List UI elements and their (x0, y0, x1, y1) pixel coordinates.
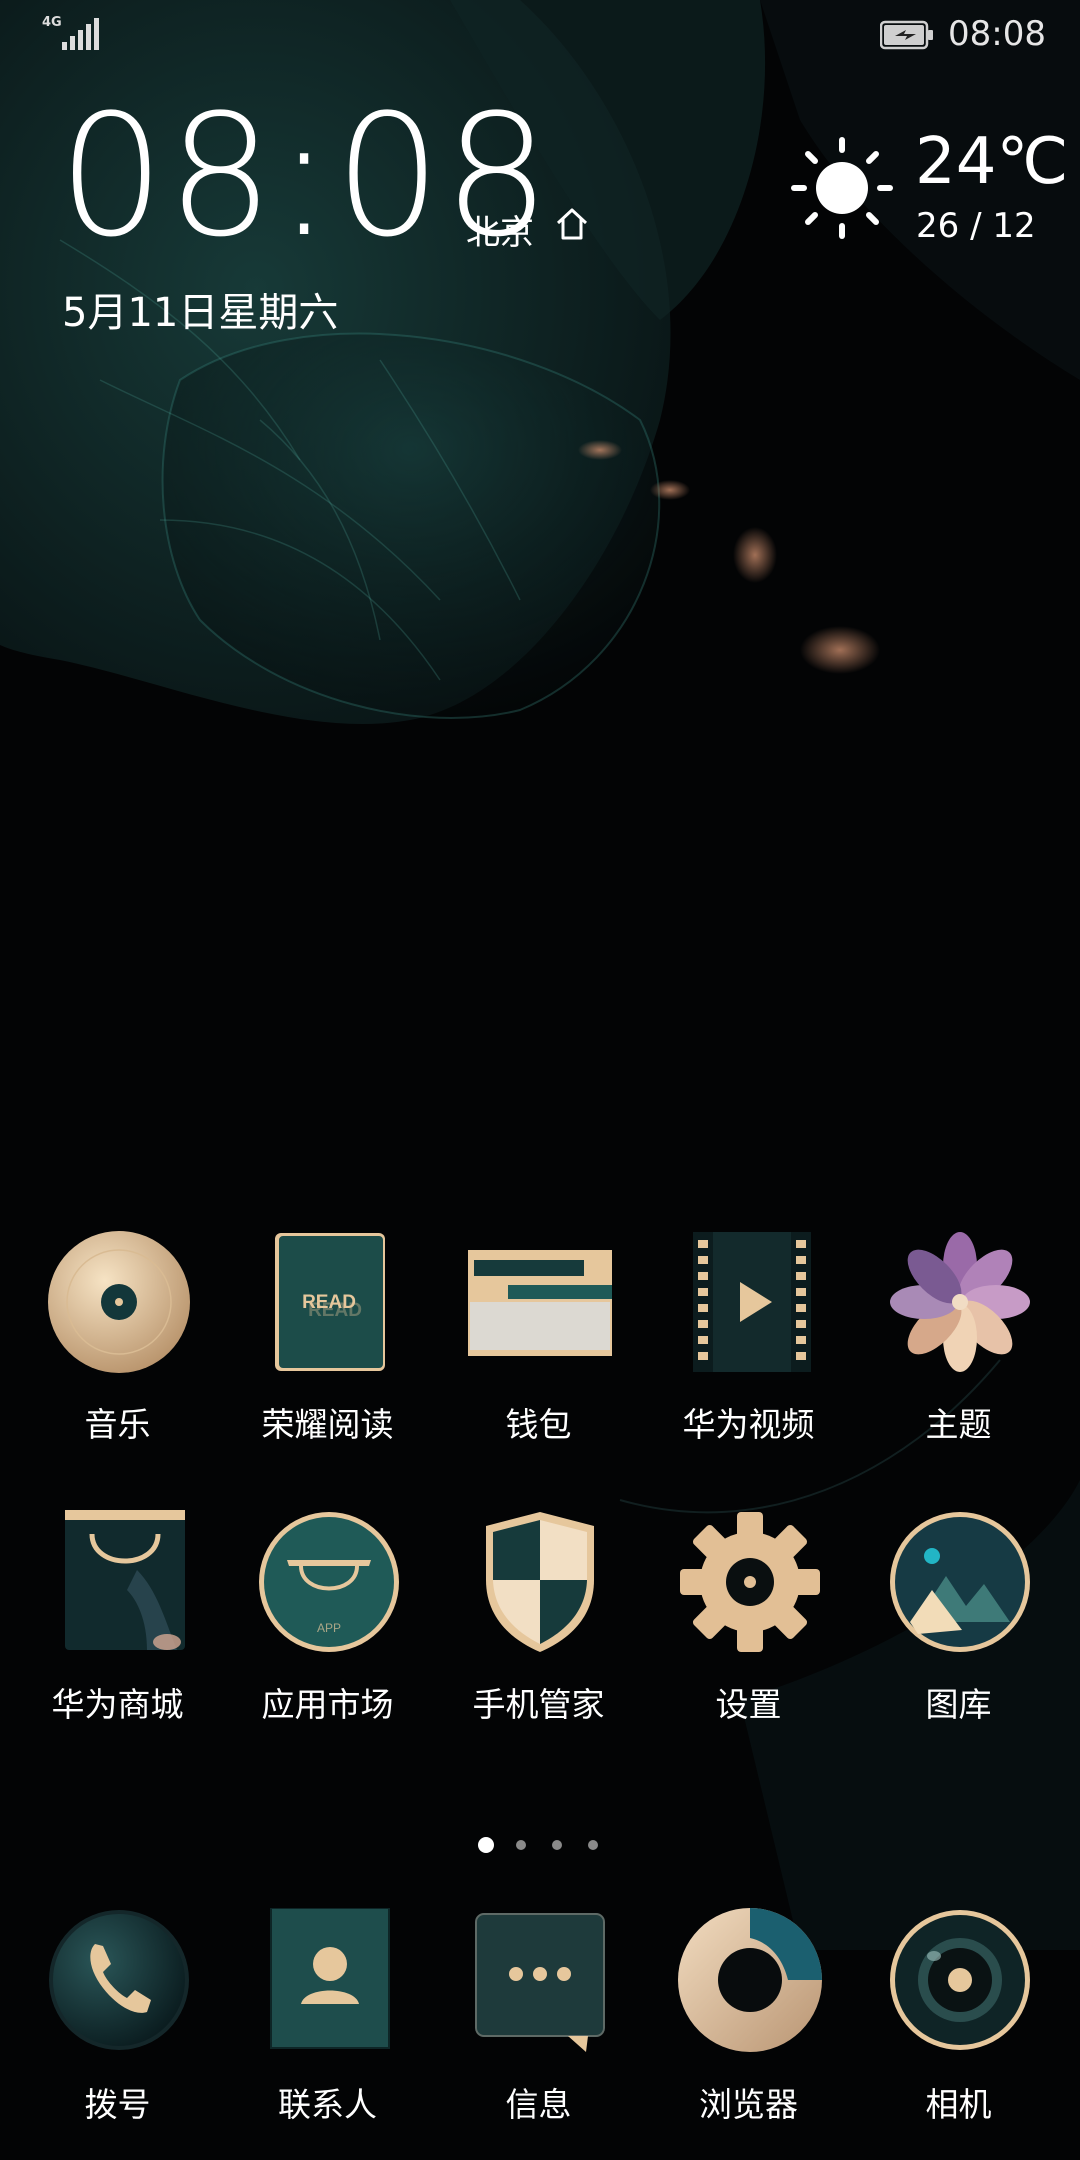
read-text-shadow: READ (308, 1300, 362, 1321)
clock-city[interactable]: 北京 (466, 205, 534, 254)
app-label: 设置 (715, 1685, 782, 1724)
app-label: 拨号 (84, 2085, 151, 2124)
status-bar: 4G 08:08 (0, 0, 1080, 70)
app-label: 联系人 (278, 2085, 377, 2124)
app-label: 应用市场 (261, 1685, 394, 1724)
contact-icon (270, 1908, 390, 2049)
app-label: 主题 (925, 1405, 992, 1444)
battery-charging-icon (880, 20, 933, 50)
wallet-card-icon (468, 1250, 612, 1356)
page-dot-active[interactable] (478, 1837, 494, 1853)
clock-date[interactable]: 5月11日星期六 (62, 280, 338, 338)
camera-icon (890, 1910, 1030, 2050)
page-indicator[interactable] (0, 1837, 1080, 1858)
app-label: 图库 (925, 1685, 992, 1724)
music-disc-icon (48, 1231, 190, 1373)
home-icon (556, 208, 588, 240)
app-label: 钱包 (505, 1405, 572, 1444)
shield-icon (486, 1512, 594, 1652)
sun-icon[interactable] (790, 136, 894, 240)
app-market-icon: APP (259, 1512, 399, 1652)
network-type-label: 4G (42, 15, 62, 30)
gear-icon (680, 1512, 820, 1652)
app-market-text: APP (317, 1621, 341, 1635)
app-label: 信息 (505, 2085, 572, 2124)
message-icon (475, 1913, 605, 2052)
app-label: 手机管家 (472, 1685, 605, 1724)
browser-icon (678, 1908, 822, 2052)
weather-range[interactable]: 26 / 12 (916, 206, 1036, 246)
video-film-icon (693, 1232, 811, 1372)
app-label: 音乐 (84, 1405, 151, 1444)
book-read-icon: READ READ (275, 1233, 385, 1371)
gallery-mountain-icon (890, 1512, 1030, 1652)
status-bar-time: 08:08 (948, 14, 1046, 54)
app-label: 华为视频 (682, 1405, 815, 1444)
app-label: 相机 (925, 2085, 992, 2124)
page-dot[interactable] (552, 1840, 562, 1850)
page-dot[interactable] (516, 1840, 526, 1850)
page-dot[interactable] (588, 1840, 598, 1850)
app-label: 浏览器 (699, 2085, 798, 2124)
shopping-bag-icon (65, 1510, 185, 1650)
weather-temperature[interactable]: 24℃ (915, 130, 1068, 194)
phone-icon (49, 1910, 189, 2050)
app-label: 荣耀阅读 (261, 1405, 394, 1444)
signal-strength-icon (62, 18, 99, 50)
app-label: 华为商城 (51, 1685, 184, 1724)
theme-pinwheel-icon (890, 1232, 1030, 1372)
